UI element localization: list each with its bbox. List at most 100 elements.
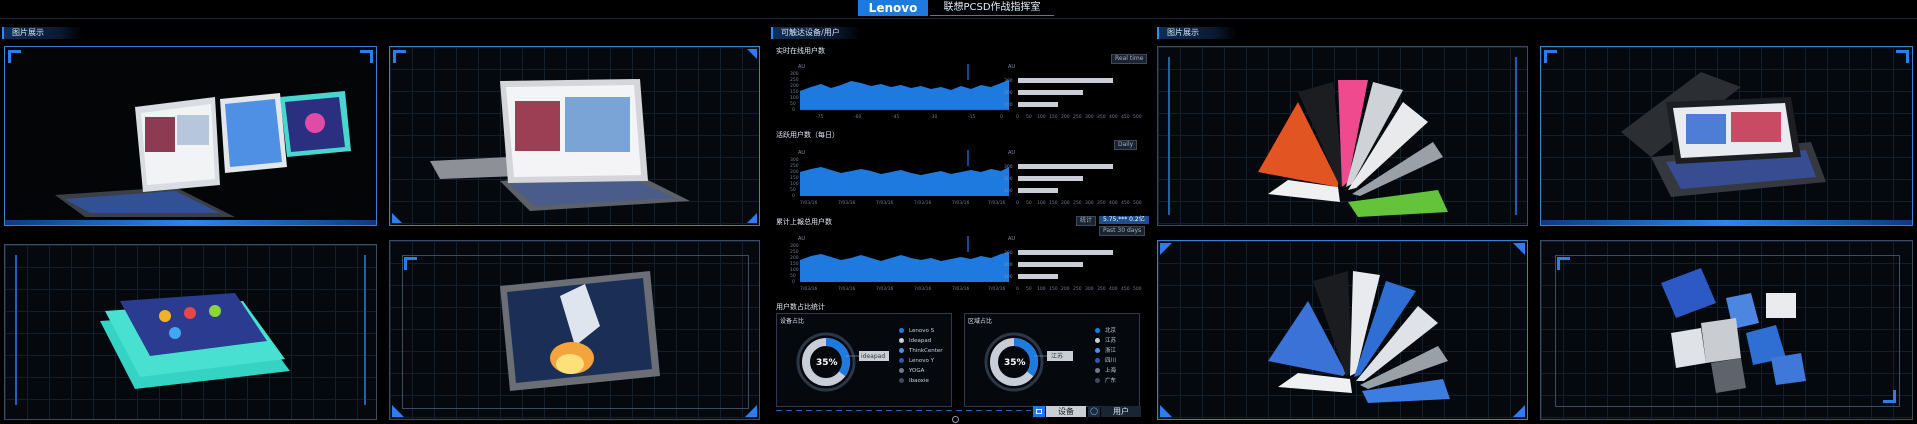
- svg-text:250: 250: [790, 249, 799, 255]
- svg-text:江苏: 江苏: [1051, 352, 1063, 360]
- svg-text:50: 50: [790, 187, 796, 193]
- svg-text:100: 100: [790, 181, 799, 187]
- stat-chart-total: AU 300250 200150 10050 0 7/03/16 7/03/16 …: [790, 236, 1142, 292]
- footer-chevron-line: [776, 410, 1031, 411]
- svg-text:50: 50: [790, 101, 796, 107]
- svg-text:-30: -30: [930, 114, 937, 120]
- corner-triangle: [1160, 405, 1172, 417]
- svg-text:7/03/16: 7/03/16: [838, 200, 855, 206]
- svg-text:150: 150: [1049, 200, 1058, 206]
- svg-text:-45: -45: [892, 114, 899, 120]
- svg-text:AU: AU: [1008, 64, 1015, 70]
- scroll-indicator-icon[interactable]: [952, 416, 959, 423]
- svg-text:150: 150: [790, 89, 799, 95]
- svg-text:0: 0: [792, 107, 795, 113]
- svg-text:300: 300: [790, 71, 799, 77]
- image-panel-5[interactable]: [1157, 46, 1528, 226]
- corner-triangle: [392, 213, 402, 223]
- section-header-left: 图片展示: [2, 27, 82, 39]
- svg-text:0: 0: [1000, 114, 1003, 120]
- section-header-right: 图片展示: [1157, 27, 1237, 39]
- stat-title-daily: 活跃用户数（每日）: [776, 131, 839, 139]
- corner-triangle: [392, 405, 404, 417]
- svg-text:AU: AU: [798, 150, 805, 156]
- corner-triangle: [1160, 243, 1172, 255]
- svg-text:200: 200: [1061, 286, 1070, 292]
- svg-text:-60: -60: [854, 114, 861, 120]
- legend-item[interactable]: Ideapad: [899, 336, 943, 346]
- side-bracket: [15, 255, 23, 405]
- tablet-rocket-image: [500, 271, 660, 391]
- kids-tablet-image: [100, 293, 290, 389]
- grid-view-icon[interactable]: [1033, 406, 1045, 417]
- svg-text:7/03/16: 7/03/16: [952, 200, 969, 206]
- legend-item[interactable]: ThinkCenter: [899, 346, 943, 356]
- x-axis-ticks: -75 -60 -45 -30 -15 0: [816, 114, 1003, 120]
- user-icon[interactable]: ◯: [1088, 406, 1100, 417]
- svg-text:100: 100: [1004, 102, 1013, 108]
- tablet-fan-blue-image: [1268, 271, 1450, 403]
- stat-extra-value: 5.75,*** 0.2亿: [1099, 216, 1149, 224]
- svg-text:0: 0: [792, 193, 795, 199]
- legend-item[interactable]: Lenovo S: [899, 326, 943, 336]
- image-panel-2[interactable]: [389, 46, 760, 226]
- svg-text:300: 300: [1004, 78, 1013, 84]
- image-panel-7[interactable]: [1157, 240, 1528, 420]
- svg-text:350: 350: [1097, 200, 1106, 206]
- tablet-fan-colorful-image: [1258, 80, 1448, 217]
- stat-chart-online: AU 300250 200150 10050 0 -75 -60 -45 -30 -…: [790, 64, 1142, 120]
- image-panel-4[interactable]: [389, 240, 760, 420]
- tab-device[interactable]: 设备: [1046, 406, 1086, 417]
- svg-text:300: 300: [1085, 200, 1094, 206]
- svg-text:100: 100: [1037, 200, 1046, 206]
- svg-text:0: 0: [1016, 114, 1019, 120]
- legend-item[interactable]: 广东: [1095, 376, 1116, 386]
- svg-text:300: 300: [1004, 164, 1013, 170]
- legend-item[interactable]: 上海: [1095, 366, 1116, 376]
- svg-text:400: 400: [1109, 286, 1118, 292]
- legend-item[interactable]: Lenovo Y: [899, 356, 943, 366]
- svg-text:200: 200: [1004, 176, 1013, 182]
- yoga-tablet-keyboard-image: [1621, 72, 1826, 197]
- corner-triangle: [745, 405, 757, 417]
- legend-item[interactable]: YOGA: [899, 366, 943, 376]
- brand-logo[interactable]: Lenovo: [858, 0, 928, 16]
- corner-triangle: [747, 213, 757, 223]
- svg-text:7/03/16: 7/03/16: [876, 200, 893, 206]
- svg-text:100: 100: [1037, 286, 1046, 292]
- corner-triangle: [1513, 405, 1525, 417]
- legend-item[interactable]: Ibaoxie: [899, 376, 943, 386]
- panel-glow-bar: [5, 220, 376, 225]
- legend-item[interactable]: 浙江: [1095, 346, 1116, 356]
- pie-card-device: 设备占比 35% ideapad Lenovo S Ideapad ThinkC…: [776, 313, 952, 407]
- svg-text:100: 100: [1004, 274, 1013, 280]
- pie-legend-device: Lenovo S Ideapad ThinkCenter Lenovo Y YO…: [899, 326, 943, 386]
- legend-item[interactable]: 北京: [1095, 326, 1116, 336]
- svg-text:500: 500: [1133, 286, 1142, 292]
- svg-text:35%: 35%: [816, 358, 838, 368]
- corner-accent: [360, 50, 373, 63]
- laptop-tablets-image: [55, 91, 351, 217]
- svg-text:50: 50: [1026, 200, 1032, 206]
- y-axis-ticks: 300250 200150 10050 0: [790, 71, 799, 113]
- legend-item[interactable]: 江苏: [1095, 336, 1116, 346]
- corner-accent: [1557, 257, 1570, 270]
- svg-text:ideapad: ideapad: [861, 353, 885, 360]
- side-bracket: [1168, 57, 1176, 215]
- image-panel-1[interactable]: [4, 46, 377, 226]
- detachable-laptop-image: [430, 79, 690, 211]
- svg-text:7/03/16: 7/03/16: [876, 286, 893, 292]
- scattered-tablets-image: [1661, 268, 1806, 393]
- image-panel-6[interactable]: [1540, 46, 1913, 226]
- corner-accent: [393, 50, 406, 63]
- side-bracket: [358, 255, 366, 405]
- image-panel-8[interactable]: [1540, 240, 1913, 420]
- donut-chart-region: 35% 江苏: [984, 332, 1073, 392]
- tab-user[interactable]: 用户: [1101, 406, 1141, 417]
- svg-text:100: 100: [790, 267, 799, 273]
- svg-text:0: 0: [1016, 200, 1019, 206]
- svg-text:500: 500: [1133, 200, 1142, 206]
- legend-item[interactable]: 四川: [1095, 356, 1116, 366]
- svg-text:7/03/16: 7/03/16: [952, 286, 969, 292]
- image-panel-3[interactable]: [4, 244, 377, 420]
